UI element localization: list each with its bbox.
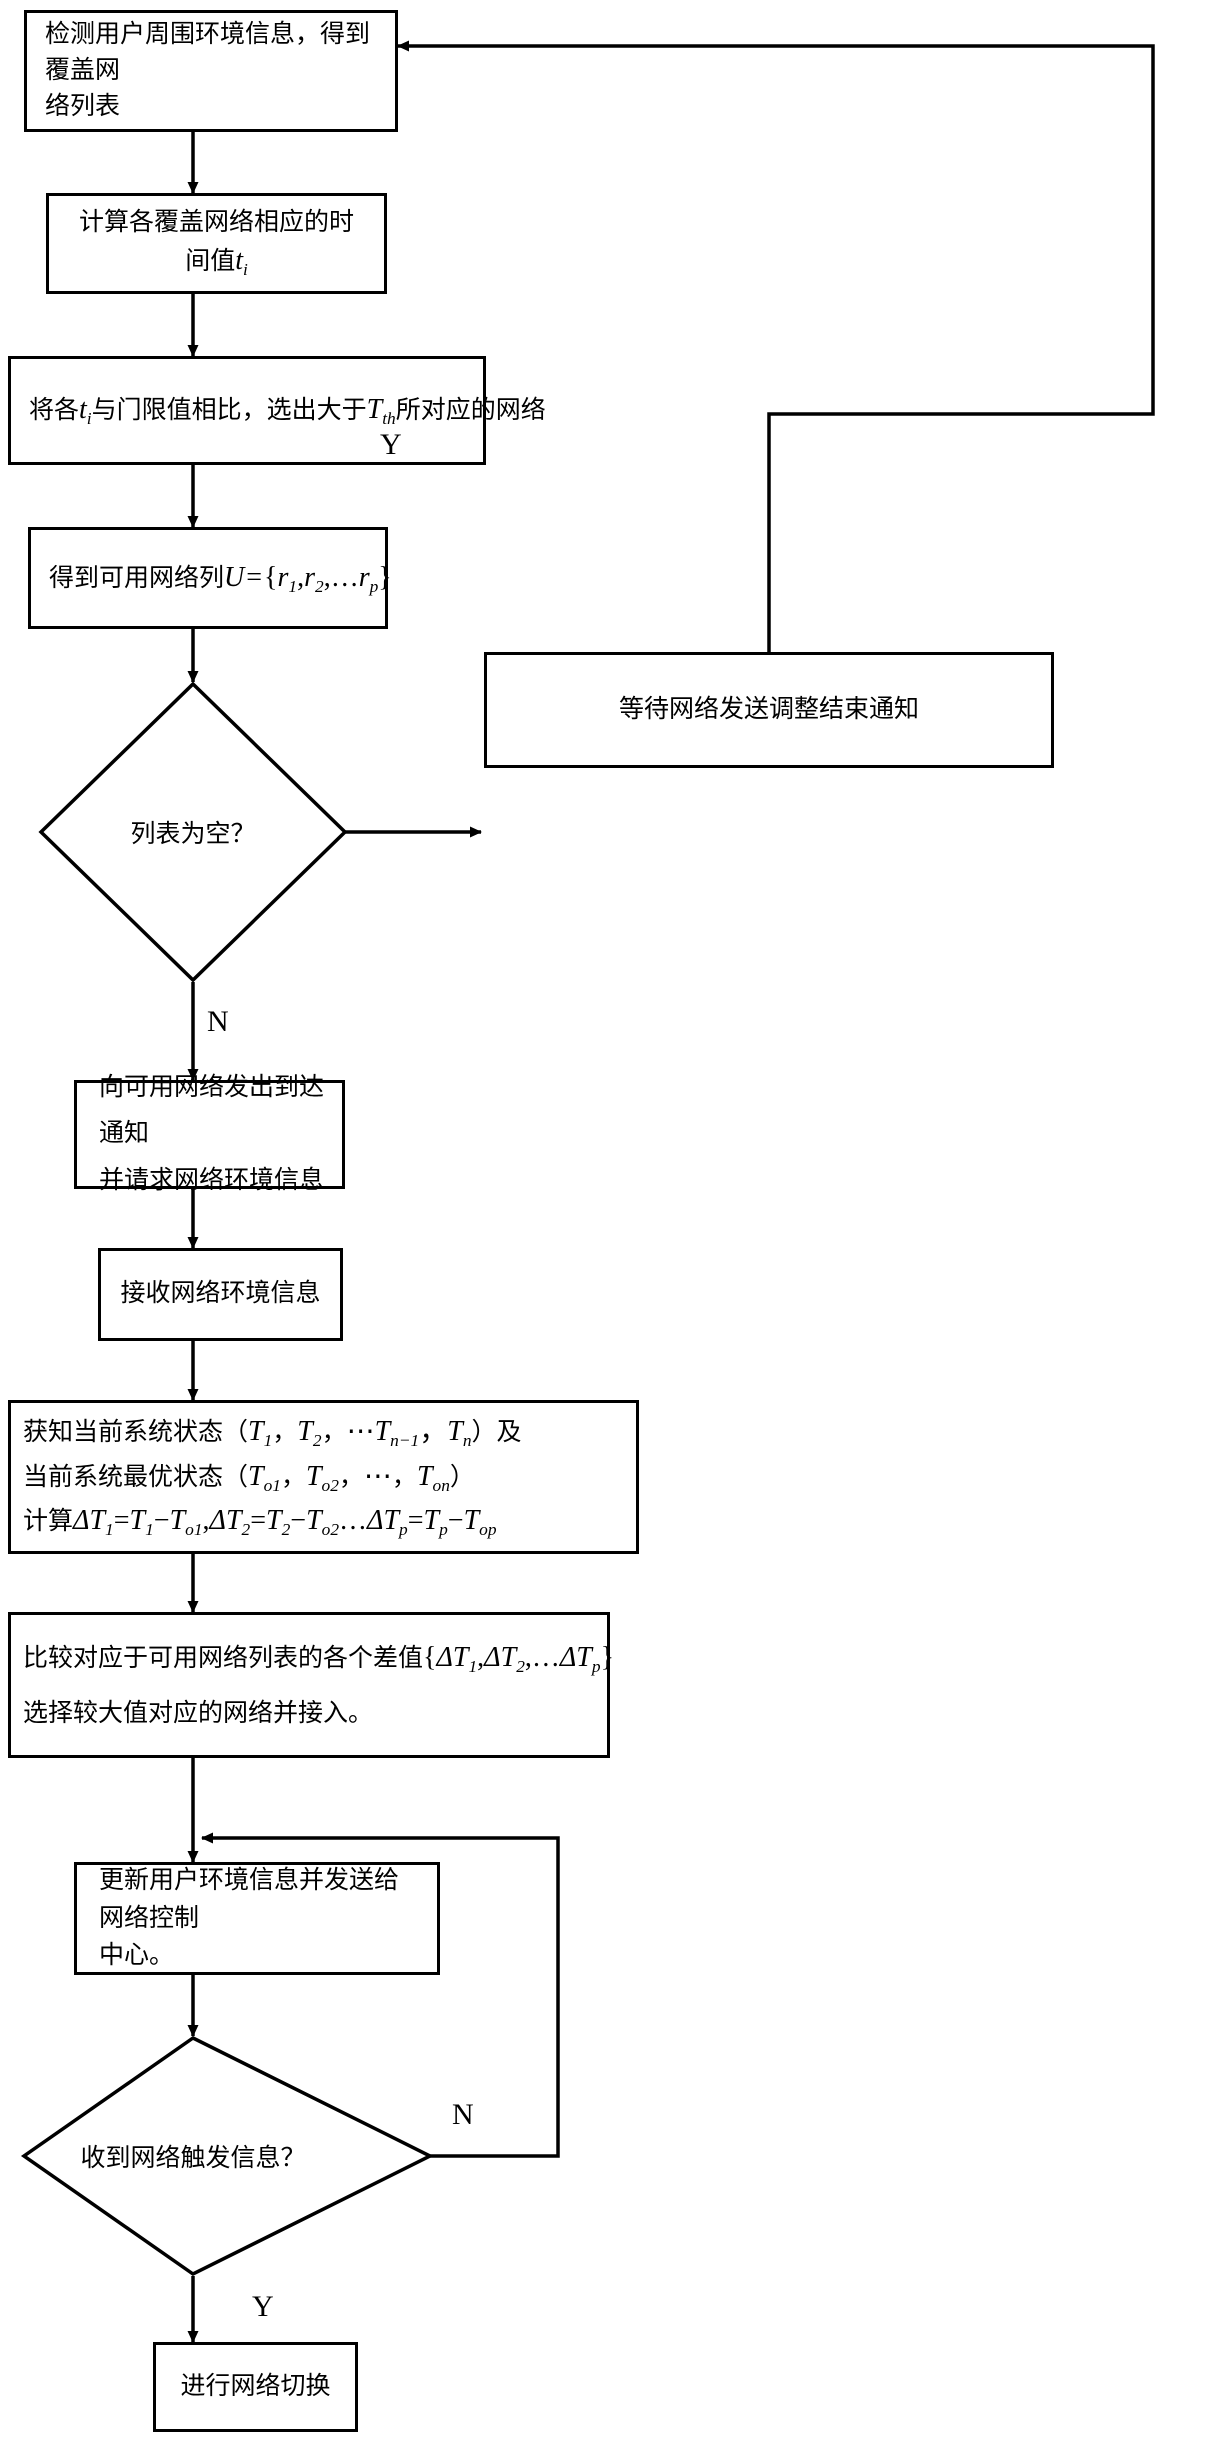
- n8-l1-c2: ，: [321, 1418, 347, 1446]
- process-available-network-list[interactable]: 得到可用网络列U={r1,r2,…rp}: [28, 527, 392, 629]
- n8-l3-a: 计算: [23, 1508, 74, 1536]
- edge-label-d2-yes: Y: [252, 2290, 274, 2323]
- n8-l1-a: 获知当前系统状态（: [23, 1418, 249, 1446]
- n11-text: 进行网络切换: [180, 2372, 331, 2400]
- n6-line2: 并请求网络环境信息: [99, 1166, 325, 1194]
- n8-dTp: ΔTp: [367, 1505, 408, 1540]
- n8-l3-To2: To2: [306, 1505, 340, 1540]
- n8-minus2: −: [290, 1505, 307, 1537]
- edge-label-d1-yes: Y: [380, 428, 402, 461]
- n9-formula-line1: 比较对应于可用网络列表的各个差值{ΔT1,ΔT2,…ΔTp}: [23, 1636, 614, 1681]
- n4-text: 得到可用网络列: [49, 564, 225, 592]
- n1-line2: 络列表: [45, 93, 121, 121]
- n4-comma2: ,…: [323, 561, 359, 593]
- n10-line1: 更新用户环境信息并发送给网络控制: [99, 1867, 400, 1932]
- n7-text: 接收网络环境信息: [120, 1280, 321, 1308]
- n8-To2: To2: [305, 1460, 339, 1495]
- n4-rp: rp: [358, 561, 379, 596]
- n8-l1-b: ）及: [471, 1418, 522, 1446]
- process-perform-handover[interactable]: 进行网络切换: [153, 2342, 358, 2432]
- n8-Ton: Ton: [416, 1460, 450, 1495]
- process-compare-differences[interactable]: 比较对应于可用网络列表的各个差值{ΔT1,ΔT2,…ΔTp} 选择较大值对应的网…: [8, 1612, 614, 1758]
- n4-brace-close: }: [378, 561, 392, 593]
- n8-l3-T2: T2: [266, 1505, 291, 1540]
- n8-l3-T1: T1: [129, 1505, 154, 1540]
- n8-l2-c1: ，: [280, 1463, 306, 1491]
- n3-text-a: 将各: [29, 397, 80, 425]
- n9-dT2: ΔT2: [484, 1641, 525, 1676]
- n8-dT1: ΔT1: [73, 1505, 114, 1540]
- n8-eq2: =: [250, 1505, 267, 1537]
- process-update-user-env[interactable]: 更新用户环境信息并发送给网络控制 中心。: [74, 1862, 440, 1975]
- n9-l1-a: 比较对应于可用网络列表的各个差值: [23, 1644, 424, 1672]
- n8-minus1: −: [153, 1505, 170, 1537]
- n4-r2: r2: [304, 561, 324, 596]
- process-send-arrival-notice[interactable]: 向可用网络发出到达通知 并请求网络环境信息: [74, 1074, 345, 1194]
- n5-text: 等待网络发送调整结束通知: [618, 695, 919, 723]
- n4-brace-open: {: [264, 561, 278, 593]
- edge-label-d2-no: N: [452, 2098, 474, 2131]
- n8-l3-dots: …: [339, 1505, 368, 1537]
- decision-trigger-received-shape: [20, 2035, 434, 2277]
- edge-label-d1-no: N: [207, 1005, 229, 1038]
- n8-l1-c3: ，: [419, 1415, 448, 1447]
- n8-eq3: =: [407, 1505, 424, 1537]
- n8-formula-line1: 获知当前系统状态（T1，T2，⋯Tn−1，Tn）及: [23, 1410, 624, 1455]
- n1-line1: 检测用户周围环境信息，得到覆盖网: [45, 20, 371, 84]
- n2-variable: ti: [235, 245, 248, 280]
- n9-dTp: ΔTp: [559, 1641, 601, 1676]
- n8-l2-c2: ，: [338, 1463, 364, 1491]
- n8-To1: To1: [248, 1460, 281, 1495]
- process-compare-threshold[interactable]: 将各ti与门限值相比，选出大于Tth所对应的网络: [8, 356, 546, 465]
- n8-l1-dots: ⋯: [346, 1415, 375, 1447]
- n3-var-t: ti: [79, 394, 92, 429]
- n8-l2-a: 当前系统最优状态（: [23, 1463, 249, 1491]
- process-detect-environment[interactable]: 检测用户周围环境信息，得到覆盖网 络列表: [24, 10, 398, 132]
- n3-text-b: 与门限值相比，选出大于: [91, 397, 367, 425]
- n8-minus3: −: [447, 1505, 464, 1537]
- process-system-state-and-delta[interactable]: 获知当前系统状态（T1，T2，⋯Tn−1，Tn）及 当前系统最优状态（To1，T…: [8, 1400, 639, 1554]
- n4-equals: =: [246, 561, 263, 593]
- process-compute-time-value[interactable]: 计算各覆盖网络相应的时间值ti: [46, 193, 387, 294]
- decision-list-empty-shape: [38, 681, 348, 983]
- n9-brace-close: }: [600, 1641, 615, 1673]
- process-wait-adjust-notice[interactable]: 等待网络发送调整结束通知: [484, 652, 1054, 768]
- n8-formula-line3: 计算ΔT1=T1−To1,ΔT2=T2−To2…ΔTp=Tp−Top: [23, 1499, 624, 1544]
- n2-label: 计算各覆盖网络相应的时间值: [78, 209, 354, 276]
- n8-l3-Tp: Tp: [423, 1505, 448, 1540]
- n9-dT1: ΔT1: [436, 1641, 478, 1676]
- n8-l2-c3: ，: [391, 1463, 417, 1491]
- n9-comma2: ,…: [524, 1641, 560, 1673]
- n10-line2: 中心。: [99, 1942, 175, 1970]
- n3-text-c: 所对应的网络: [395, 397, 546, 425]
- n8-l1-c1: ，: [272, 1418, 298, 1446]
- n8-Tn: Tn: [447, 1415, 472, 1450]
- n8-dT2: ΔT2: [209, 1505, 251, 1540]
- n8-l2-b: ）: [449, 1463, 475, 1491]
- n8-T2: T2: [297, 1415, 322, 1450]
- n4-r1: r1: [277, 561, 298, 596]
- n8-l2-dots: ⋯: [363, 1460, 392, 1492]
- n8-formula-line2: 当前系统最优状态（To1，To2，⋯，Ton）: [23, 1455, 624, 1500]
- n6-line1: 向可用网络发出到达通知: [99, 1074, 325, 1148]
- n3-var-tth: Tth: [366, 394, 396, 429]
- n4-var-U: U: [224, 561, 245, 593]
- n8-eq1: =: [113, 1505, 130, 1537]
- n8-l3-comma1: ,: [202, 1505, 210, 1537]
- process-receive-network-info[interactable]: 接收网络环境信息: [98, 1248, 343, 1341]
- n8-T1: T1: [248, 1415, 273, 1450]
- flowchart-canvas: 检测用户周围环境信息，得到覆盖网 络列表 计算各覆盖网络相应的时间值ti 将各t…: [0, 0, 1205, 2442]
- n8-l3-To1: To1: [169, 1505, 203, 1540]
- n8-Tn1: Tn−1: [374, 1415, 420, 1450]
- n9-brace-open: {: [423, 1641, 437, 1673]
- n9-line2: 选择较大值对应的网络并接入。: [23, 1700, 374, 1728]
- n8-l3-Top: Top: [463, 1505, 497, 1540]
